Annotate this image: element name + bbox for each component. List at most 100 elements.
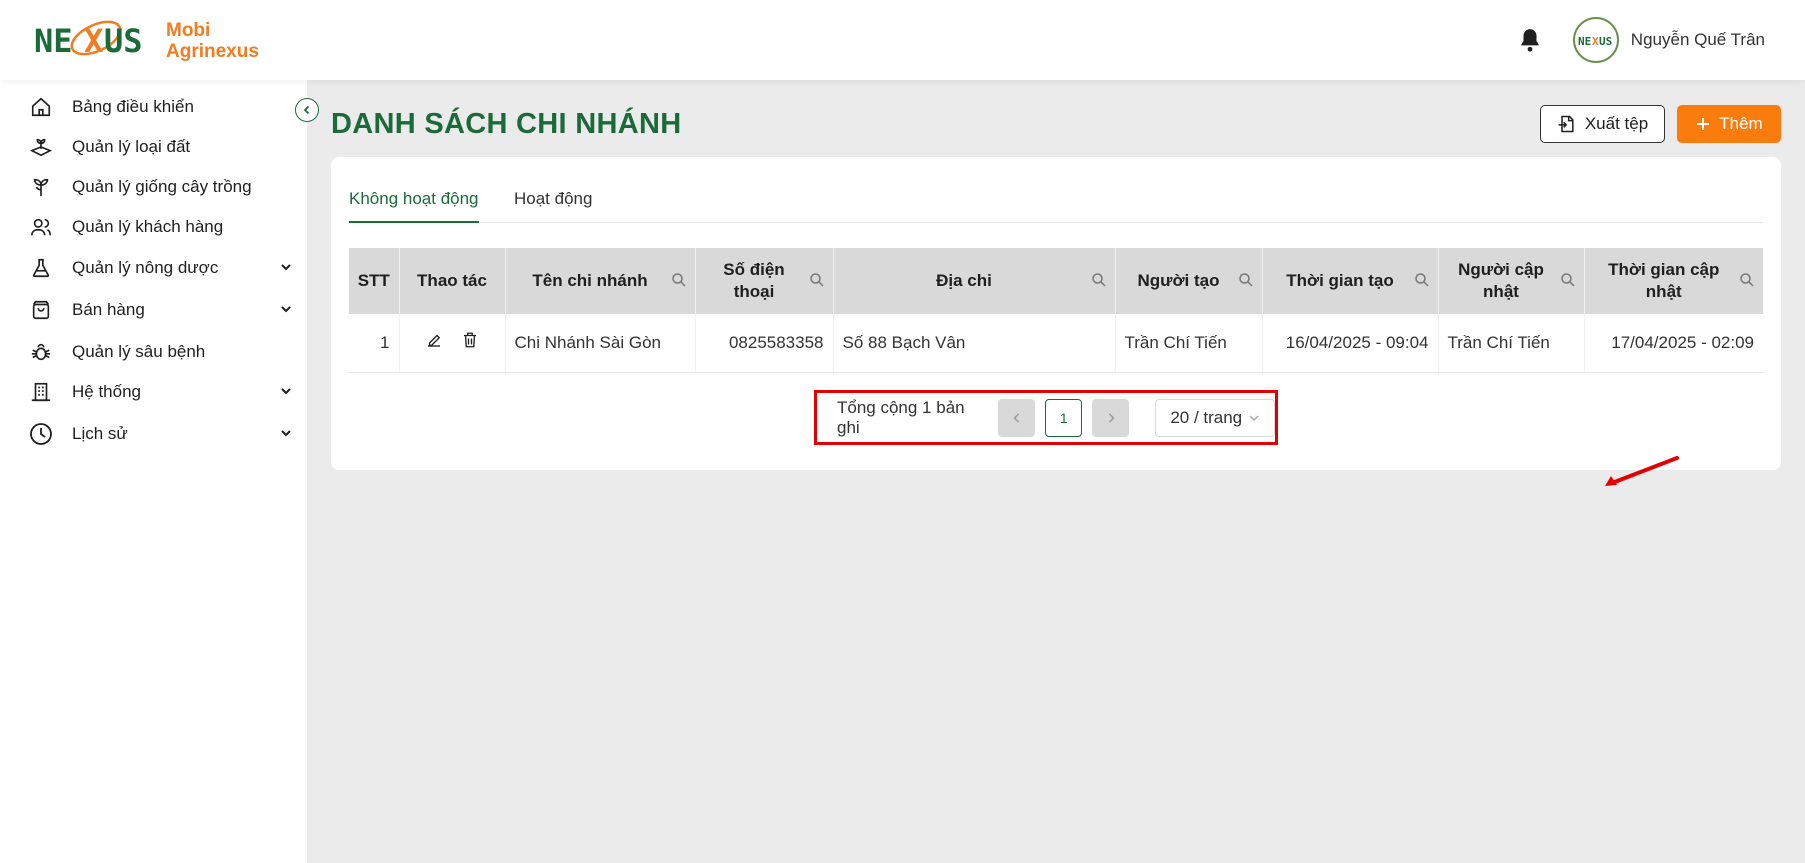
sidebar-item-soil[interactable]: Quản lý loại đất [28, 132, 293, 162]
users-icon [28, 214, 54, 240]
user-name[interactable]: Nguyễn Quế Trân [1631, 30, 1765, 50]
brand-name: Mobi Agrinexus [166, 20, 259, 62]
page-title: DANH SÁCH CHI NHÁNH [331, 108, 682, 140]
sidebar-item-label: Lịch sử [72, 424, 128, 443]
cell-creator: Trần Chí Tiến [1115, 314, 1263, 373]
column-header-phone: Số điện thoại [695, 248, 834, 314]
column-header-stt: STT [349, 248, 400, 314]
export-button[interactable]: Xuất tệp [1540, 105, 1665, 143]
brand-line1: Mobi [166, 20, 211, 41]
sidebar-item-pesticides[interactable]: Quản lý nông dược [28, 253, 293, 283]
nexus-logo-icon: NE X US [34, 14, 152, 68]
column-header-address: Địa chi [833, 248, 1116, 314]
column-header-updater: Người cập nhật [1438, 248, 1585, 314]
clock-icon [28, 421, 54, 447]
add-button-label: Thêm [1719, 114, 1763, 133]
column-header-label: Thời gian tạo [1286, 271, 1394, 290]
tab-inactive[interactable]: Không hoạt động [349, 189, 479, 223]
sidebar-item-pests[interactable]: Quản lý sâu bệnh [28, 337, 293, 367]
page-size-select[interactable]: 20 / trang [1155, 398, 1275, 437]
cell-updater: Trần Chí Tiến [1438, 314, 1585, 373]
sidebar-item-label: Quản lý giống cây trồng [72, 177, 252, 196]
export-button-label: Xuất tệp [1584, 114, 1649, 133]
branch-table: STT Thao tác Tên chi nhánh Số điện thoại… [349, 248, 1763, 373]
home-icon [28, 94, 54, 120]
brand-line2: Agrinexus [166, 41, 259, 62]
column-header-actions: Thao tác [399, 248, 506, 314]
search-icon[interactable] [809, 272, 825, 288]
add-button[interactable]: Thêm [1677, 105, 1781, 143]
cell-updated-at: 17/04/2025 - 02:09 [1584, 314, 1763, 373]
column-header-branch-name: Tên chi nhánh [505, 248, 696, 314]
file-export-icon [1558, 115, 1574, 133]
page-size-value: 20 / trang [1170, 407, 1243, 427]
sidebar-item-label: Hệ thống [72, 382, 141, 401]
header-user-area: NE X US Nguyễn Quế Trân [1517, 16, 1765, 64]
table-header-row: STT Thao tác Tên chi nhánh Số điện thoại… [349, 248, 1763, 314]
building-icon [28, 379, 54, 405]
pagination: Tổng cộng 1 bản ghi 1 20 / trang [814, 390, 1278, 445]
cell-stt: 1 [349, 314, 400, 373]
chevron-down-icon [279, 302, 293, 316]
column-header-label: Người cập nhật [1458, 260, 1544, 301]
cell-phone: 0825583358 [695, 314, 834, 373]
chevron-down-icon [1249, 414, 1259, 421]
chevron-left-icon [1013, 412, 1019, 423]
svg-text:US: US [104, 22, 143, 60]
sidebar-item-label: Bán hàng [72, 300, 145, 319]
chevron-right-icon [1108, 412, 1115, 423]
sidebar-item-system[interactable]: Hệ thống [28, 377, 293, 407]
status-tabs: Không hoạt động Hoạt động [349, 179, 1763, 223]
flask-icon [28, 255, 54, 281]
column-header-label: Địa chi [936, 271, 992, 290]
column-header-label: Thời gian cập nhật [1608, 260, 1720, 301]
search-icon[interactable] [671, 272, 687, 288]
svg-text:NE: NE [34, 22, 73, 60]
column-header-creator: Người tạo [1115, 248, 1263, 314]
prev-page-button[interactable] [998, 398, 1036, 437]
search-icon[interactable] [1414, 272, 1430, 288]
table-row: 1 Chi Nhánh Sài Gòn 0825583358 Số 88 Bạc… [349, 314, 1763, 373]
sidebar-item-plant[interactable]: Quản lý giống cây trồng [28, 172, 293, 202]
cell-actions [399, 314, 506, 373]
sidebar-item-label: Quản lý loại đất [72, 137, 191, 156]
search-icon[interactable] [1238, 272, 1254, 288]
cell-created-at: 16/04/2025 - 09:04 [1262, 314, 1439, 373]
tab-active[interactable]: Hoạt động [514, 189, 592, 221]
soil-icon [28, 134, 54, 160]
column-header-label: Tên chi nhánh [532, 271, 648, 290]
plant-icon [28, 174, 54, 200]
column-header-created-at: Thời gian tạo [1262, 248, 1439, 314]
sidebar-item-label: Quản lý khách hàng [72, 217, 224, 236]
page-number-button[interactable]: 1 [1045, 398, 1083, 437]
bell-icon[interactable] [1517, 27, 1543, 53]
chevron-down-icon [279, 426, 293, 440]
brand-logo[interactable]: NE X US Mobi Agrinexus [34, 14, 259, 68]
pagination-total: Tổng cộng 1 bản ghi [837, 397, 965, 437]
chevron-left-icon [303, 105, 310, 115]
sidebar-collapse-button[interactable] [295, 98, 319, 122]
search-icon[interactable] [1739, 272, 1755, 288]
edit-icon[interactable] [425, 331, 443, 354]
column-header-updated-at: Thời gian cập nhật [1584, 248, 1763, 314]
sidebar-item-label: Quản lý sâu bệnh [72, 342, 206, 361]
cell-branch-name: Chi Nhánh Sài Gòn [505, 314, 696, 373]
column-header-label: Số điện thoại [723, 260, 785, 301]
sidebar-item-dashboard[interactable]: Bảng điều khiển [28, 92, 293, 122]
sidebar-item-history[interactable]: Lịch sử [28, 419, 293, 449]
search-icon[interactable] [1091, 272, 1107, 288]
sidebar-item-label: Bảng điều khiển [72, 97, 194, 116]
avatar[interactable]: NE X US [1572, 17, 1619, 63]
sidebar-item-sales[interactable]: Bán hàng [28, 295, 293, 325]
search-icon[interactable] [1560, 272, 1576, 288]
next-page-button[interactable] [1092, 398, 1130, 437]
trash-icon[interactable] [461, 331, 479, 354]
svg-text:X: X [1592, 35, 1599, 48]
svg-text:X: X [84, 22, 103, 60]
plus-icon [1697, 118, 1710, 130]
main-content: DANH SÁCH CHI NHÁNH Xuất tệp Thêm Không … [307, 80, 1805, 863]
cell-address: Số 88 Bạch Vân [833, 314, 1116, 373]
annotation-arrow-icon [1605, 456, 1679, 486]
sidebar-item-customers[interactable]: Quản lý khách hàng [28, 212, 293, 242]
top-header: NE X US Mobi Agrinexus NE X US Nguyễn Quế … [0, 0, 1805, 80]
